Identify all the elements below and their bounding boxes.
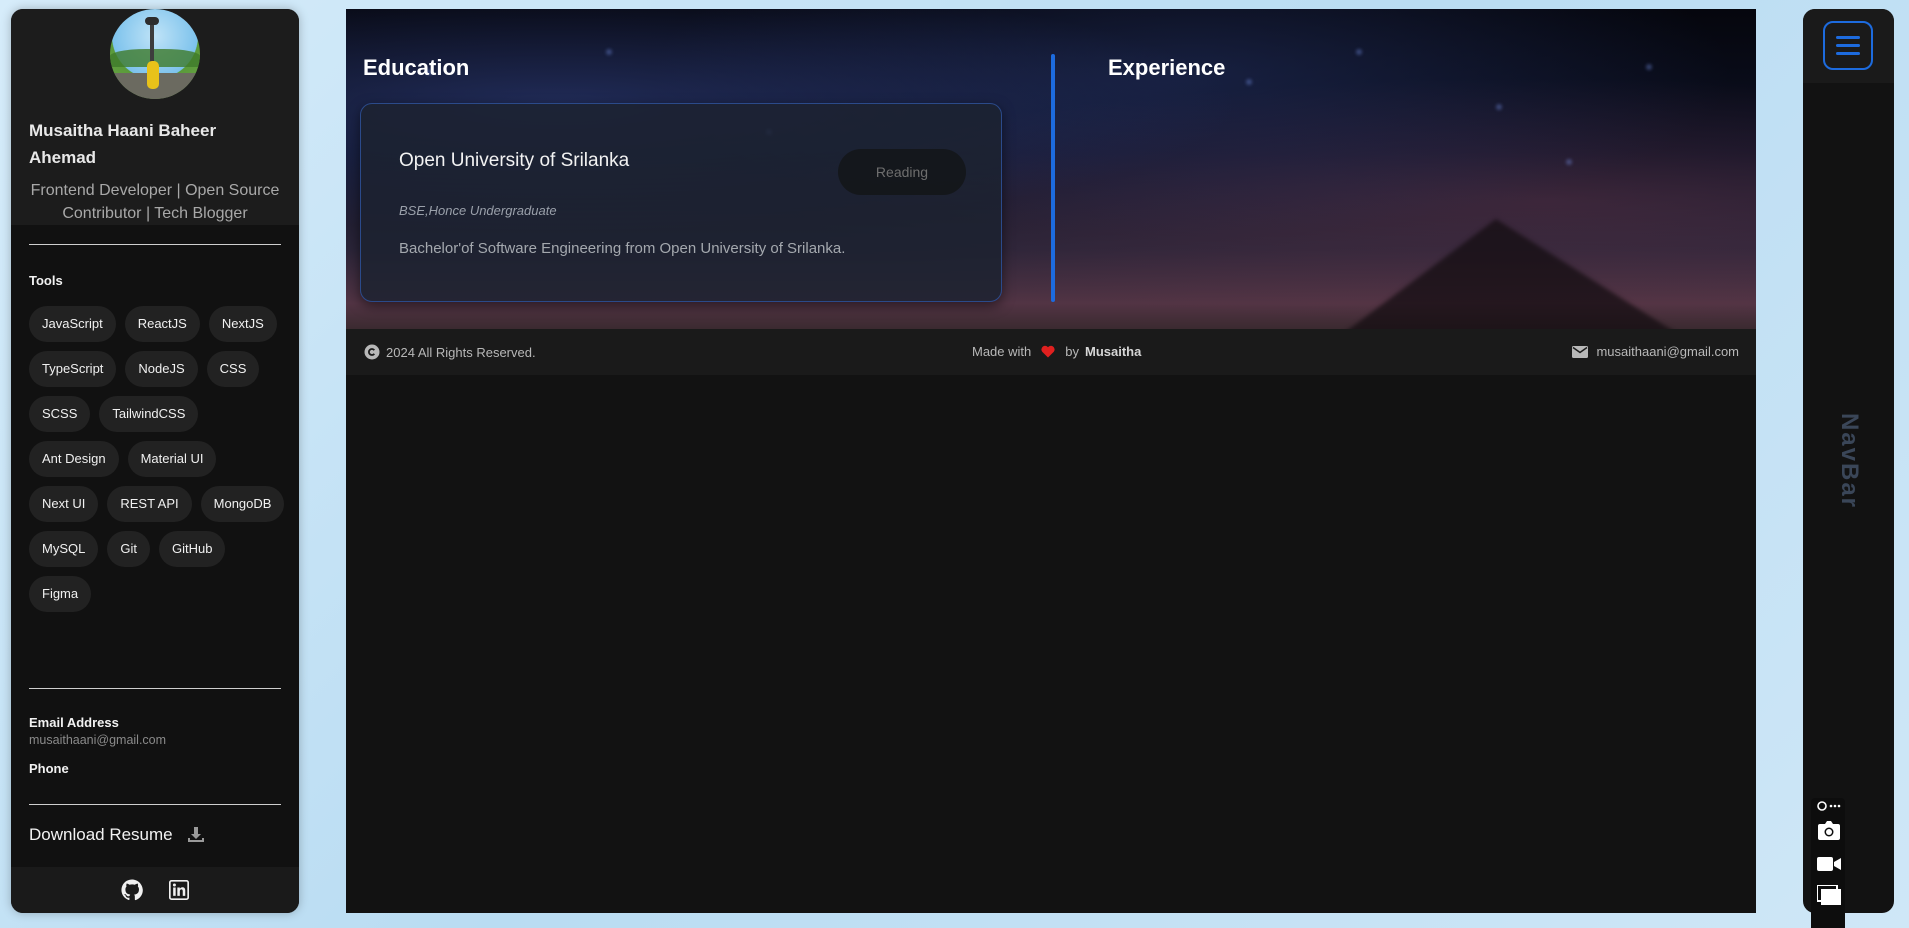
heart-icon [1041, 345, 1055, 358]
email-value: musaithaani@gmail.com [29, 733, 167, 747]
made-with-text: Made with [972, 344, 1032, 359]
capture-toolbar [1811, 798, 1845, 928]
author-name: Musaitha [1084, 344, 1142, 359]
tool-chip: GitHub [158, 531, 226, 567]
avatar [110, 9, 200, 99]
footer-email-text: musaithaani@gmail.com [1596, 344, 1739, 359]
education-heading: Education [363, 55, 470, 80]
download-resume-button[interactable]: Download Resume [29, 825, 205, 845]
copyright-icon [364, 344, 380, 360]
tool-chip: ReactJS [124, 306, 200, 342]
tool-chip: MongoDB [200, 486, 285, 522]
education-degree: BSE,Honce Undergraduate [399, 203, 557, 218]
section-divider [1051, 54, 1055, 302]
profile-header: Musaitha Haani Baheer Ahemad Frontend De… [11, 9, 299, 225]
divider [29, 804, 281, 805]
more-options-icon[interactable] [1817, 800, 1841, 812]
made-with: Made with by Musaitha [972, 344, 1141, 359]
tool-chip: REST API [107, 486, 192, 522]
status-badge: Reading [838, 149, 966, 195]
education-description: Bachelor'of Software Engineering from Op… [399, 240, 846, 257]
tool-chip: Next UI [29, 486, 99, 522]
copyright: 2024 All Rights Reserved. [364, 344, 536, 360]
tool-chip: JavaScript [29, 306, 116, 342]
tool-chip: TailwindCSS [99, 396, 199, 432]
resume-section: Education Open University of Srilanka Re… [346, 9, 1756, 329]
education-card: Open University of Srilanka Reading BSE,… [360, 103, 1002, 302]
profile-name: Musaitha Haani Baheer Ahemad [29, 121, 217, 167]
tool-chip: TypeScript [29, 351, 117, 387]
tool-chip: Git [107, 531, 150, 567]
tools-heading: Tools [29, 273, 63, 288]
profile-sidebar: Musaitha Haani Baheer Ahemad Frontend De… [11, 9, 299, 913]
navbar-header [1803, 9, 1894, 83]
tool-chip: MySQL [29, 531, 99, 567]
education-title: Open University of Srilanka [399, 150, 630, 171]
linkedin-icon[interactable] [169, 880, 189, 900]
video-icon[interactable] [1817, 853, 1841, 875]
page-footer: 2024 All Rights Reserved. Made with by M… [346, 329, 1756, 375]
phone-label: Phone [29, 761, 69, 776]
divider [29, 688, 281, 689]
tool-chip: Ant Design [29, 441, 119, 477]
github-icon[interactable] [121, 879, 143, 901]
social-links [11, 867, 299, 913]
right-navbar: NavBar [1803, 9, 1894, 913]
copyright-text: 2024 All Rights Reserved. [386, 344, 536, 360]
camera-icon[interactable] [1817, 820, 1841, 842]
divider [29, 244, 281, 245]
tool-chip: Figma [29, 576, 92, 612]
tool-chip: SCSS [29, 396, 91, 432]
mail-icon [1572, 345, 1589, 358]
navbar-label: NavBar [1836, 412, 1863, 510]
download-icon [187, 827, 204, 842]
tool-chip: NextJS [208, 306, 277, 342]
footer-email[interactable]: musaithaani@gmail.com [1572, 344, 1739, 359]
hamburger-menu-button[interactable] [1823, 21, 1873, 70]
tool-chip: CSS [206, 351, 260, 387]
window-icon[interactable] [1817, 885, 1841, 907]
background-mountain [1336, 219, 1686, 329]
profile-role: Frontend Developer | Open Source Contrib… [30, 182, 280, 222]
email-label: Email Address [29, 715, 119, 730]
download-resume-label: Download Resume [29, 825, 173, 844]
tools-list: JavaScript ReactJS NextJS TypeScript NodeJS C… [29, 306, 285, 612]
tool-chip: Material UI [127, 441, 217, 477]
experience-heading: Experience [1108, 55, 1226, 80]
main-content: Education Open University of Srilanka Re… [346, 9, 1756, 913]
hamburger-menu-icon [1836, 36, 1860, 39]
tool-chip: NodeJS [125, 351, 198, 387]
by-text: by [1065, 344, 1079, 359]
